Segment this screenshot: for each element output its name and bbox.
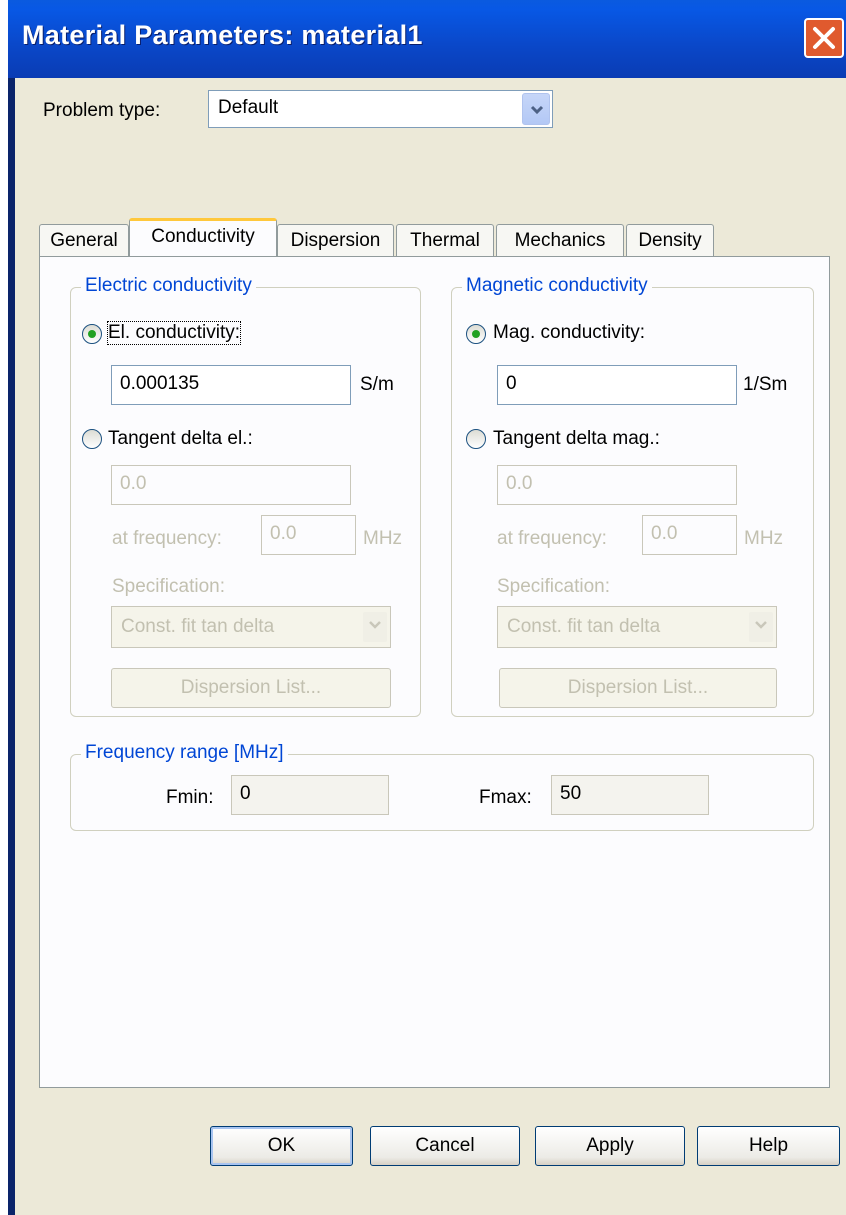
title-bar[interactable]: Material Parameters: material1 bbox=[8, 0, 846, 78]
tab-dispersion[interactable]: Dispersion bbox=[277, 224, 394, 256]
chevron-down-icon bbox=[530, 105, 544, 115]
tangent-delta-el-radio[interactable] bbox=[82, 429, 102, 449]
mag-conductivity-input[interactable]: 0 bbox=[497, 365, 737, 405]
el-dispersion-list-button[interactable]: Dispersion List... bbox=[111, 668, 391, 708]
tangent-delta-mag-radio[interactable] bbox=[466, 429, 486, 449]
el-frequency-unit: MHz bbox=[363, 528, 403, 549]
mag-frequency-unit: MHz bbox=[744, 528, 784, 549]
mag-dispersion-list-button[interactable]: Dispersion List... bbox=[499, 668, 777, 708]
apply-button[interactable]: Apply bbox=[535, 1126, 685, 1166]
ok-button[interactable]: OK bbox=[210, 1126, 353, 1166]
window-title: Material Parameters: material1 bbox=[22, 20, 423, 50]
tab-general[interactable]: General bbox=[39, 224, 129, 256]
mag-specification-label: Specification: bbox=[497, 576, 611, 597]
electric-group-title: Electric conductivity bbox=[81, 275, 256, 297]
dropdown-button[interactable] bbox=[363, 612, 387, 642]
close-button[interactable] bbox=[804, 18, 844, 58]
tangent-delta-el-label: Tangent delta el.: bbox=[108, 428, 253, 449]
tab-conductivity[interactable]: Conductivity bbox=[129, 218, 277, 256]
tangent-delta-mag-input[interactable]: 0.0 bbox=[497, 465, 737, 505]
mag-frequency-input[interactable]: 0.0 bbox=[642, 515, 737, 555]
el-conductivity-radio[interactable] bbox=[82, 324, 102, 344]
el-specification-select[interactable]: Const. fit tan delta bbox=[111, 606, 391, 648]
magnetic-group-title: Magnetic conductivity bbox=[462, 275, 652, 297]
frequency-range-title: Frequency range [MHz] bbox=[81, 742, 288, 764]
el-conductivity-label: El. conductivity: bbox=[107, 321, 241, 345]
frequency-range-group: Frequency range [MHz] Fmin: 0 Fmax: 50 bbox=[70, 742, 814, 831]
mag-specification-value: Const. fit tan delta bbox=[507, 616, 661, 637]
cancel-button[interactable]: Cancel bbox=[370, 1126, 520, 1166]
fmax-label: Fmax: bbox=[479, 787, 532, 808]
mag-frequency-label: at frequency: bbox=[497, 528, 607, 549]
radio-selected-dot bbox=[88, 330, 96, 338]
el-frequency-input[interactable]: 0.0 bbox=[261, 515, 356, 555]
tab-mechanics[interactable]: Mechanics bbox=[496, 224, 624, 256]
tab-density[interactable]: Density bbox=[626, 224, 714, 256]
dialog-window: Material Parameters: material1 Problem t… bbox=[8, 0, 846, 1215]
problem-type-label: Problem type: bbox=[43, 100, 161, 121]
conductivity-tab-panel: Electric conductivity El. conductivity: … bbox=[39, 256, 830, 1088]
dialog-client-area: Problem type: Default General Conductivi… bbox=[15, 78, 846, 1215]
chevron-down-icon bbox=[755, 621, 767, 629]
problem-type-value: Default bbox=[218, 97, 279, 118]
tangent-delta-mag-label: Tangent delta mag.: bbox=[493, 428, 660, 449]
mag-conductivity-radio[interactable] bbox=[466, 324, 486, 344]
el-frequency-label: at frequency: bbox=[112, 528, 222, 549]
dropdown-button[interactable] bbox=[749, 612, 773, 642]
dropdown-button[interactable] bbox=[522, 93, 550, 125]
magnetic-conductivity-group: Magnetic conductivity Mag. conductivity:… bbox=[451, 275, 814, 717]
fmin-input[interactable]: 0 bbox=[231, 775, 389, 815]
radio-selected-dot bbox=[472, 330, 480, 338]
mag-specification-select[interactable]: Const. fit tan delta bbox=[497, 606, 777, 648]
tab-thermal[interactable]: Thermal bbox=[396, 224, 494, 256]
el-conductivity-input[interactable]: 0.000135 bbox=[111, 365, 351, 405]
fmin-label: Fmin: bbox=[166, 787, 214, 808]
chevron-down-icon bbox=[369, 621, 381, 629]
help-button[interactable]: Help bbox=[697, 1126, 840, 1166]
close-icon bbox=[813, 27, 835, 49]
tangent-delta-el-input[interactable]: 0.0 bbox=[111, 465, 351, 505]
mag-conductivity-unit: 1/Sm bbox=[743, 374, 788, 395]
electric-conductivity-group: Electric conductivity El. conductivity: … bbox=[70, 275, 421, 717]
el-specification-value: Const. fit tan delta bbox=[121, 616, 275, 637]
el-specification-label: Specification: bbox=[112, 576, 226, 597]
el-conductivity-unit: S/m bbox=[360, 374, 394, 395]
problem-type-select[interactable]: Default bbox=[208, 90, 553, 128]
fmax-input[interactable]: 50 bbox=[551, 775, 709, 815]
mag-conductivity-label: Mag. conductivity: bbox=[493, 322, 646, 343]
